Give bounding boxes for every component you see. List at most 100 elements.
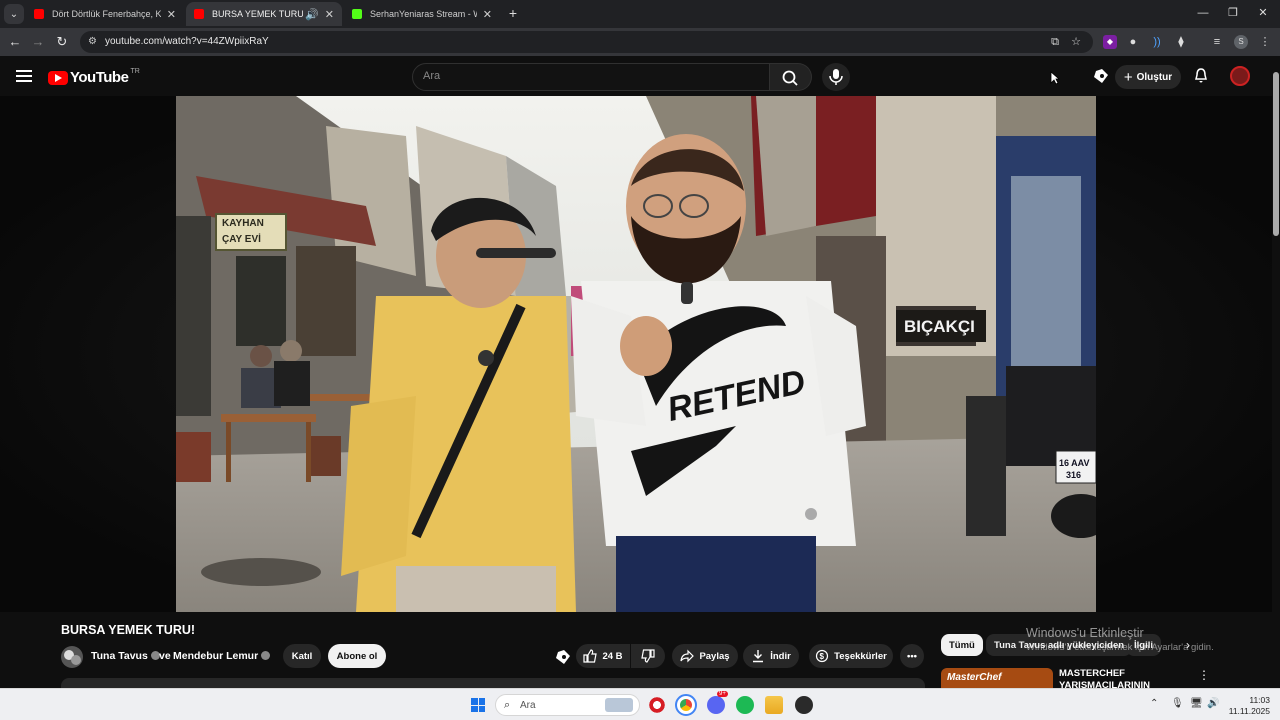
create-button[interactable]: + Oluştur	[1115, 65, 1181, 89]
more-actions-button[interactable]: •••	[900, 644, 924, 668]
browser-tab-3[interactable]: SerhanYeniaras Stream - Watch ✕	[344, 2, 500, 26]
download-icon	[753, 650, 764, 663]
more-menu-icon[interactable]: ⋮	[1258, 35, 1272, 49]
chip-all[interactable]: Tümü	[941, 634, 983, 656]
plus-icon: +	[1123, 68, 1133, 86]
windows-taskbar: ⌕ Ara 9+ ⌃ 🎙 🖥 🔊 11:03 11.11.2025	[0, 688, 1280, 720]
discord-badge: 9+	[717, 691, 728, 697]
share-arrow-icon	[680, 649, 695, 663]
channel-name-primary[interactable]: Tuna Tavus	[91, 650, 160, 662]
cafe-sign-line1: KAYHAN	[222, 218, 264, 229]
notifications-bell-icon[interactable]	[1193, 68, 1209, 84]
restore-button[interactable]: ❐	[1218, 4, 1248, 22]
browser-tab-1[interactable]: Dört Dörtlük Fenerbahçe, Kocae ✕	[26, 2, 184, 26]
browser-toolbar: ← → ↻ ⚙ youtube.com/watch?v=44ZWpiixRaY …	[0, 28, 1280, 56]
taskbar-clock[interactable]: 11:03 11.11.2025	[1226, 695, 1270, 717]
search-button[interactable]	[770, 63, 812, 91]
search-box[interactable]	[412, 63, 770, 91]
app-icon[interactable]	[795, 696, 813, 714]
kick-favicon-icon	[352, 9, 362, 19]
taskbar-search-placeholder: Ara	[520, 700, 536, 711]
like-count: 24 B	[602, 650, 623, 662]
gem-icon[interactable]	[1093, 68, 1109, 84]
install-app-icon[interactable]: ⧉	[1048, 35, 1062, 49]
minimize-button[interactable]: —	[1188, 4, 1218, 22]
channel-avatar[interactable]	[61, 646, 83, 668]
search-input[interactable]	[423, 70, 753, 82]
tray-expand-icon[interactable]: ⌃	[1150, 698, 1158, 709]
video-player[interactable]: KAYHAN ÇAY EVİ BIÇAKÇI RETEND 16 AAV 316	[0, 96, 1272, 612]
close-tab-icon[interactable]: ✕	[325, 8, 334, 21]
youtube-play-icon	[48, 70, 68, 85]
search-icon: ⌕	[504, 699, 511, 711]
like-button[interactable]: 24 B	[576, 644, 630, 668]
clock-time: 11:03	[1249, 695, 1270, 705]
recommendation-menu-icon[interactable]: ⋮	[1198, 668, 1210, 682]
audio-playing-icon[interactable]: 🔊	[305, 8, 319, 21]
mouse-cursor-icon	[1050, 71, 1060, 85]
extension-2-icon[interactable]: ●	[1126, 35, 1140, 49]
forward-arrow-icon[interactable]: →	[29, 33, 47, 51]
site-info-icon[interactable]: ⚙	[88, 36, 100, 48]
hamburger-menu-icon[interactable]	[16, 70, 32, 82]
scrollbar-thumb[interactable]	[1273, 72, 1279, 236]
windows-start-icon[interactable]	[471, 698, 485, 712]
share-label: Paylaş	[699, 650, 730, 662]
browser-tab-2[interactable]: BURSA YEMEK TURU! - You 🔊 ✕	[186, 2, 342, 26]
extension-3-icon[interactable]: ))	[1150, 35, 1164, 49]
thanks-button[interactable]: $ Teşekkürler	[809, 644, 893, 668]
user-avatar[interactable]	[1230, 66, 1250, 86]
svg-text:$: $	[820, 652, 825, 661]
cafe-sign-line2: ÇAY EVİ	[222, 232, 261, 245]
youtube-logo[interactable]: YouTube TR	[48, 68, 140, 86]
chrome-icon[interactable]	[675, 694, 697, 716]
search-icon	[782, 70, 798, 86]
download-label: İndir	[770, 650, 791, 662]
close-window-button[interactable]: ✕	[1248, 4, 1278, 22]
network-icon[interactable]: 🖥	[1190, 698, 1203, 709]
join-button[interactable]: Katıl	[283, 644, 321, 668]
create-label: Oluştur	[1136, 71, 1173, 83]
thumbs-up-icon	[583, 649, 598, 663]
microphone-tray-icon[interactable]: 🎙	[1171, 698, 1184, 709]
subscribe-button[interactable]: Abone ol	[328, 644, 386, 668]
region-code: TR	[130, 68, 140, 75]
media-control-icon[interactable]: ≡	[1210, 35, 1224, 49]
dislike-button[interactable]	[631, 644, 665, 668]
back-arrow-icon[interactable]: ←	[6, 33, 24, 51]
opera-icon[interactable]	[648, 696, 666, 714]
tab-title: SerhanYeniaras Stream - Watch	[370, 9, 477, 19]
volume-icon[interactable]: 🔊	[1207, 698, 1219, 709]
share-button[interactable]: Paylaş	[672, 644, 738, 668]
close-tab-icon[interactable]: ✕	[167, 8, 176, 21]
tab-title: BURSA YEMEK TURU! - You	[212, 9, 304, 19]
download-button[interactable]: İndir	[743, 644, 799, 668]
tab-search-button[interactable]: ⌄	[4, 4, 24, 24]
voice-search-button[interactable]	[822, 63, 850, 91]
discord-icon[interactable]: 9+	[707, 691, 728, 714]
clock-date: 11.11.2025	[1228, 706, 1270, 716]
profile-avatar-icon[interactable]: S	[1234, 35, 1248, 49]
tab-title: Dört Dörtlük Fenerbahçe, Kocae	[52, 9, 161, 19]
video-frame[interactable]: KAYHAN ÇAY EVİ BIÇAKÇI RETEND 16 AAV 316	[176, 96, 1096, 612]
plate-line1: 16 AAV	[1059, 458, 1090, 468]
file-explorer-icon[interactable]	[765, 696, 783, 714]
new-tab-button[interactable]: +	[504, 4, 522, 22]
spotify-icon[interactable]	[736, 696, 754, 714]
address-bar[interactable]: ⚙ youtube.com/watch?v=44ZWpiixRaY	[80, 31, 1093, 53]
thanks-label: Teşekkürler	[834, 650, 887, 662]
gem-action-icon[interactable]	[555, 649, 571, 665]
youtube-favicon-icon	[194, 9, 204, 19]
windows-activation-subtitle: Windows'u etkinleştirmek için Ayarlar'a …	[1026, 642, 1214, 653]
extension-1-icon[interactable]: ◆	[1103, 35, 1117, 49]
bookmark-star-icon[interactable]: ☆	[1069, 35, 1083, 49]
search-highlight-icon	[605, 698, 633, 712]
windows-activation-title: Windows'u Etkinleştir	[1026, 626, 1144, 640]
taskbar-search-box[interactable]: ⌕ Ara	[495, 694, 640, 716]
reload-icon[interactable]: ↻	[53, 33, 71, 51]
shop-sign-text: BIÇAKÇI	[904, 317, 975, 336]
channel-name-secondary[interactable]: Mendebur Lemur	[173, 650, 271, 662]
extensions-puzzle-icon[interactable]: ⧫	[1174, 35, 1188, 49]
video-title: BURSA YEMEK TURU!	[61, 623, 196, 637]
close-tab-icon[interactable]: ✕	[483, 8, 492, 21]
